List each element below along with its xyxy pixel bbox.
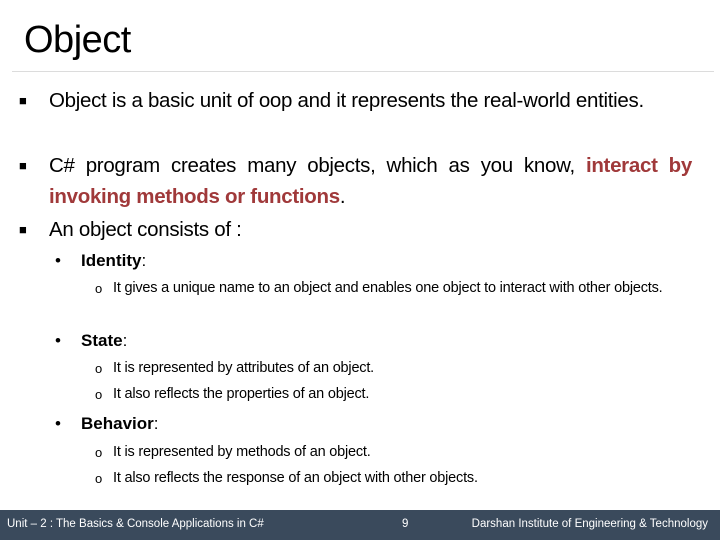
- bullet-text-end: .: [339, 185, 346, 208]
- component-state: • State:: [55, 328, 128, 354]
- circle-bullet-icon: o: [95, 445, 103, 460]
- bullet-item: ■ C# program creates many objects, which…: [19, 150, 692, 212]
- sub-point: o It gives a unique name to an object an…: [95, 277, 693, 300]
- slide-footer: Unit – 2 : The Basics & Console Applicat…: [0, 510, 720, 540]
- dot-bullet-icon: •: [55, 414, 61, 433]
- component-colon: :: [153, 414, 159, 433]
- component-name: Identity: [81, 251, 142, 270]
- page-number: 9: [402, 518, 409, 530]
- component-name: Behavior: [81, 414, 154, 433]
- bullet-text: An object consists of :: [49, 218, 242, 241]
- footer-unit-title: Unit – 2 : The Basics & Console Applicat…: [7, 518, 264, 530]
- dot-bullet-icon: •: [55, 331, 61, 350]
- sub-point: o It also reflects the properties of an …: [95, 383, 693, 406]
- sub-point-text: It also reflects the properties of an ob…: [113, 386, 370, 402]
- slide-title: Object: [24, 19, 131, 61]
- sub-point: o It also reflects the response of an ob…: [95, 467, 693, 490]
- dot-bullet-icon: •: [55, 251, 61, 270]
- circle-bullet-icon: o: [95, 387, 103, 402]
- bullet-item: ■ An object consists of :: [19, 214, 692, 245]
- component-identity: • Identity:: [55, 248, 147, 274]
- sub-point-text: It is represented by attributes of an ob…: [113, 360, 375, 376]
- square-bullet-icon: ■: [19, 158, 27, 173]
- sub-point-text: It also reflects the response of an obje…: [113, 470, 478, 486]
- component-behavior: • Behavior:: [55, 411, 159, 437]
- square-bullet-icon: ■: [19, 93, 27, 108]
- sub-point: o It is represented by attributes of an …: [95, 357, 693, 380]
- sub-point: o It is represented by methods of an obj…: [95, 441, 693, 464]
- footer-institute: Darshan Institute of Engineering & Techn…: [471, 518, 708, 530]
- component-name: State: [81, 331, 123, 350]
- sub-point-text: It is represented by methods of an objec…: [113, 444, 371, 460]
- component-colon: :: [141, 251, 147, 270]
- title-divider: [12, 71, 714, 72]
- circle-bullet-icon: o: [95, 471, 103, 486]
- circle-bullet-icon: o: [95, 361, 103, 376]
- bullet-text: C# program creates many objects, which a…: [49, 154, 586, 177]
- circle-bullet-icon: o: [95, 281, 103, 296]
- bullet-item: ■ Object is a basic unit of oop and it r…: [19, 85, 692, 116]
- square-bullet-icon: ■: [19, 222, 27, 237]
- component-colon: :: [122, 331, 128, 350]
- bullet-text: Object is a basic unit of oop and it rep…: [49, 89, 644, 112]
- sub-point-text: It gives a unique name to an object and …: [113, 280, 663, 296]
